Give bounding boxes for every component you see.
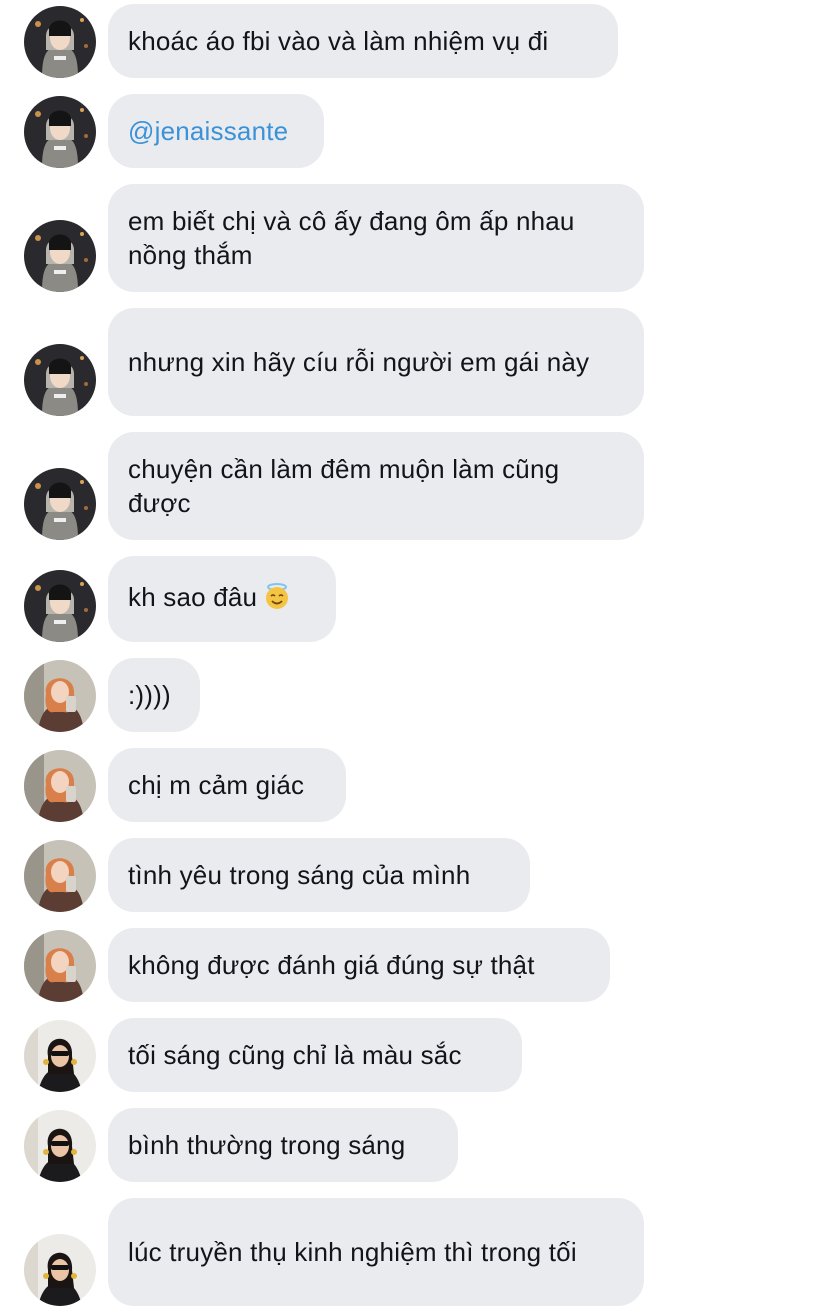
message-bubble[interactable]: kh sao đâu	[108, 556, 336, 642]
message-bubble[interactable]: chị m cảm giác	[108, 748, 346, 822]
message-text: em biết chị và cô ấy đang ôm ấp nhau nồn…	[128, 206, 575, 270]
message-text: chuyện cần làm đêm muộn làm cũng được	[128, 454, 560, 518]
message-bubble[interactable]: khoác áo fbi vào và làm nhiệm vụ đi	[108, 4, 618, 78]
avatar[interactable]	[24, 220, 96, 292]
avatar[interactable]	[24, 750, 96, 822]
avatar[interactable]	[24, 840, 96, 912]
avatar[interactable]	[24, 570, 96, 642]
message-text: :))))	[128, 680, 171, 710]
message-bubble[interactable]: nhưng xin hãy cíu rỗi người em gái này	[108, 308, 644, 416]
message-text: lúc truyền thụ kinh nghiệm thì trong tối	[128, 1237, 577, 1267]
avatar[interactable]	[24, 1110, 96, 1182]
mention-link[interactable]: @jenaissante	[128, 114, 288, 148]
avatar[interactable]	[24, 96, 96, 168]
message-text: tối sáng cũng chỉ là màu sắc	[128, 1040, 462, 1070]
message-text: kh sao đâu	[128, 580, 291, 618]
message-bubble[interactable]: em biết chị và cô ấy đang ôm ấp nhau nồn…	[108, 184, 644, 292]
message-text: chị m cảm giác	[128, 770, 305, 800]
avatar[interactable]	[24, 1020, 96, 1092]
avatar[interactable]	[24, 468, 96, 540]
message-bubble[interactable]: bình thường trong sáng	[108, 1108, 458, 1182]
avatar[interactable]	[24, 344, 96, 416]
avatar[interactable]	[24, 6, 96, 78]
avatar[interactable]	[24, 1234, 96, 1306]
smiling-face-with-halo-emoji	[263, 582, 291, 618]
message-text: không được đánh giá đúng sự thật	[128, 950, 535, 980]
message-bubble[interactable]: :))))	[108, 658, 200, 732]
message-bubble[interactable]: @jenaissante	[108, 94, 324, 168]
message-bubble[interactable]: chuyện cần làm đêm muộn làm cũng được	[108, 432, 644, 540]
chat-thread: khoác áo fbi vào và làm nhiệm vụ đi @jen…	[0, 0, 828, 1313]
message-text: bình thường trong sáng	[128, 1130, 406, 1160]
message-text: nhưng xin hãy cíu rỗi người em gái này	[128, 347, 590, 377]
message-bubble[interactable]: lúc truyền thụ kinh nghiệm thì trong tối	[108, 1198, 644, 1306]
message-bubble[interactable]: không được đánh giá đúng sự thật	[108, 928, 610, 1002]
avatar[interactable]	[24, 930, 96, 1002]
message-text: tình yêu trong sáng của mình	[128, 860, 471, 890]
avatar[interactable]	[24, 660, 96, 732]
message-bubble[interactable]: tối sáng cũng chỉ là màu sắc	[108, 1018, 522, 1092]
message-text: khoác áo fbi vào và làm nhiệm vụ đi	[128, 26, 549, 56]
message-bubble[interactable]: tình yêu trong sáng của mình	[108, 838, 530, 912]
